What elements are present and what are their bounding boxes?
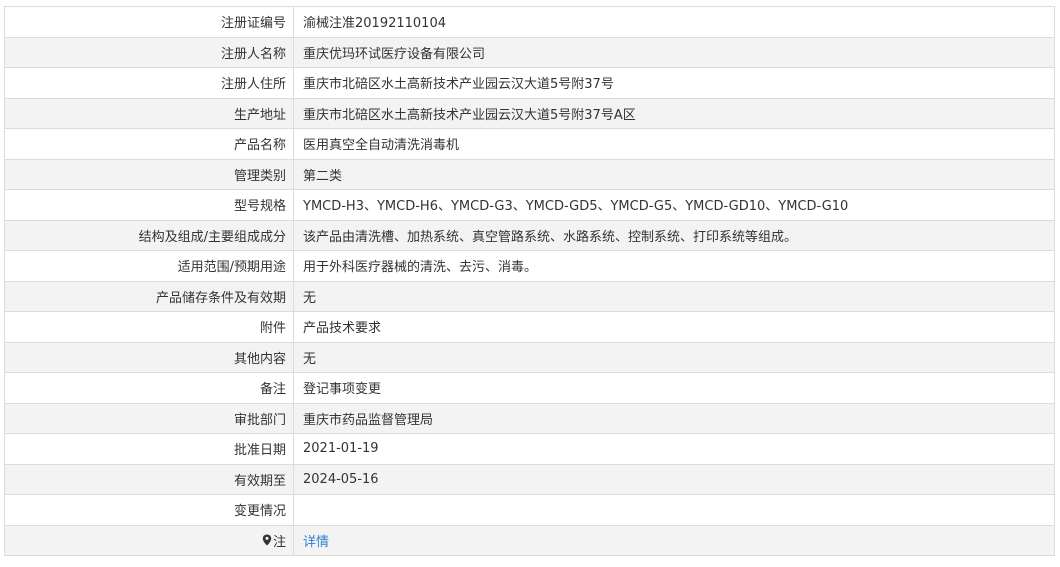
field-value: 重庆市北碚区水土高新技术产业园云汉大道5号附37号 [293,67,1055,99]
row-note: 注 详情 [4,524,1055,556]
field-label: 管理类别 [4,158,294,190]
registration-detail-table: 注册证编号 渝械注准20192110104 注册人名称 重庆优玛环试医疗设备有限… [4,6,1055,556]
field-value: 重庆市北碚区水土高新技术产业园云汉大道5号附37号A区 [293,97,1055,129]
field-value: 产品技术要求 [293,311,1055,343]
field-label: 结构及组成/主要组成成分 [4,219,294,251]
field-label: 备注 [4,372,294,404]
field-value: 医用真空全自动清洗消毒机 [293,128,1055,160]
row-registration-number: 注册证编号 渝械注准20192110104 [4,6,1055,38]
field-value: 第二类 [293,158,1055,190]
field-label: 批准日期 [4,433,294,465]
row-model-spec: 型号规格 YMCD-H3、YMCD-H6、YMCD-G3、YMCD-GD5、YM… [4,189,1055,221]
field-label: 附件 [4,311,294,343]
field-label: 变更情况 [4,494,294,526]
field-value: YMCD-H3、YMCD-H6、YMCD-G3、YMCD-GD5、YMCD-G5… [293,189,1055,221]
field-label: 注册人名称 [4,36,294,68]
field-value: 无 [293,341,1055,373]
row-intended-use: 适用范围/预期用途 用于外科医疗器械的清洗、去污、消毒。 [4,250,1055,282]
row-remarks: 备注 登记事项变更 [4,372,1055,404]
field-value: 渝械注准20192110104 [293,6,1055,38]
row-registrant-name: 注册人名称 重庆优玛环试医疗设备有限公司 [4,36,1055,68]
field-value [293,494,1055,526]
field-value: 重庆优玛环试医疗设备有限公司 [293,36,1055,68]
row-management-class: 管理类别 第二类 [4,158,1055,190]
field-value: 该产品由清洗槽、加热系统、真空管路系统、水路系统、控制系统、打印系统等组成。 [293,219,1055,251]
note-label-cell: 注 [4,524,294,556]
map-pin-icon [262,534,272,546]
field-value: 登记事项变更 [293,372,1055,404]
row-product-name: 产品名称 医用真空全自动清洗消毒机 [4,128,1055,160]
row-structure-composition: 结构及组成/主要组成成分 该产品由清洗槽、加热系统、真空管路系统、水路系统、控制… [4,219,1055,251]
row-storage-validity: 产品储存条件及有效期 无 [4,280,1055,312]
field-label: 有效期至 [4,463,294,495]
row-attachment: 附件 产品技术要求 [4,311,1055,343]
row-other-content: 其他内容 无 [4,341,1055,373]
field-label: 注册证编号 [4,6,294,38]
field-label: 型号规格 [4,189,294,221]
field-label: 其他内容 [4,341,294,373]
field-value: 2021-01-19 [293,433,1055,465]
field-label: 注册人住所 [4,67,294,99]
row-change-status: 变更情况 [4,494,1055,526]
field-value: 重庆市药品监督管理局 [293,402,1055,434]
row-valid-until: 有效期至 2024-05-16 [4,463,1055,495]
row-registrant-address: 注册人住所 重庆市北碚区水土高新技术产业园云汉大道5号附37号 [4,67,1055,99]
field-label: 适用范围/预期用途 [4,250,294,282]
note-label: 注 [262,531,286,550]
field-value: 用于外科医疗器械的清洗、去污、消毒。 [293,250,1055,282]
note-label-text: 注 [272,534,286,550]
row-approval-date: 批准日期 2021-01-19 [4,433,1055,465]
field-label: 产品名称 [4,128,294,160]
note-value-cell: 详情 [293,524,1055,556]
row-approval-department: 审批部门 重庆市药品监督管理局 [4,402,1055,434]
field-label: 产品储存条件及有效期 [4,280,294,312]
field-label: 审批部门 [4,402,294,434]
field-value: 无 [293,280,1055,312]
row-production-address: 生产地址 重庆市北碚区水土高新技术产业园云汉大道5号附37号A区 [4,97,1055,129]
field-value: 2024-05-16 [293,463,1055,495]
details-link[interactable]: 详情 [303,535,329,550]
field-label: 生产地址 [4,97,294,129]
